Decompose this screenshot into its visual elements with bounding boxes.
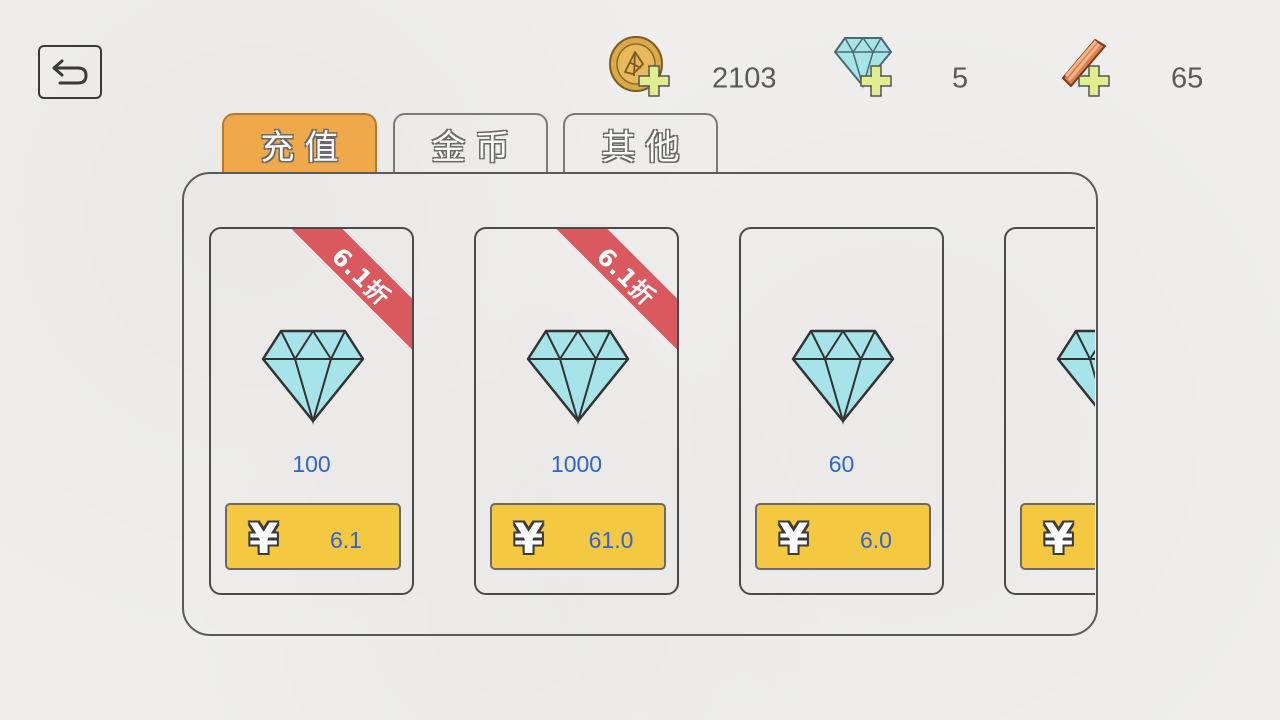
yen-icon: ¥: [249, 514, 279, 563]
diamond-amount: 100: [292, 451, 331, 477]
bacon-count: 65: [1171, 62, 1204, 95]
shop-item-card[interactable]: 6.1折 1000 ¥ 61.0: [474, 227, 679, 595]
yen-icon: ¥: [1044, 514, 1074, 563]
price-label: 6.0: [860, 527, 892, 553]
diamond-amount: 60: [828, 451, 855, 477]
shop-item-card[interactable]: 6.1折 100 ¥ 6.1: [209, 227, 414, 595]
diamond-icon: [526, 329, 630, 425]
buy-button[interactable]: ¥ 6.1: [225, 503, 401, 570]
price-label: 61.0: [588, 527, 634, 553]
diamond-icon: [1056, 329, 1095, 407]
shop-item-list[interactable]: 6.1折 100 ¥ 6.1 6.1折 1000 ¥ 61.0 60 ¥ 6.0…: [0, 0, 1095, 720]
diamond-icon: [261, 329, 365, 425]
yen-icon: ¥: [514, 514, 544, 563]
diamond-amount: 3: [1006, 451, 1095, 478]
price-label: 6.1: [330, 527, 362, 553]
yen-icon: ¥: [779, 514, 809, 563]
diamond-amount: 1000: [550, 451, 603, 477]
shop-item-card[interactable]: 60 ¥ 6.0: [739, 227, 944, 595]
buy-button[interactable]: ¥ 6.0: [755, 503, 931, 570]
buy-button[interactable]: ¥: [1020, 503, 1095, 570]
buy-button[interactable]: ¥ 61.0: [490, 503, 666, 570]
shop-item-card[interactable]: 3 ¥: [1004, 227, 1095, 595]
diamond-icon: [791, 329, 895, 425]
